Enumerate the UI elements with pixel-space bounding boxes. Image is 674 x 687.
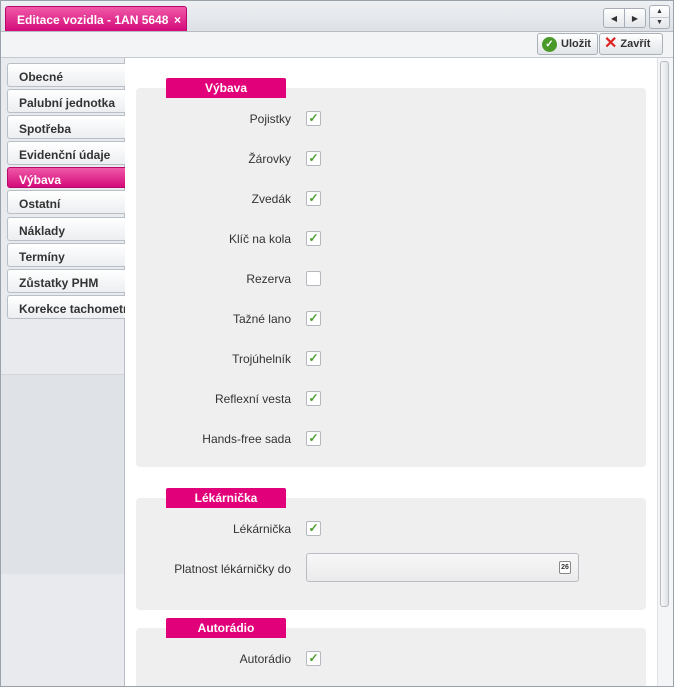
tab-bar: Editace vozidla - 1AN 5648 × ◀ ▶ ▲ ▼ bbox=[1, 1, 673, 32]
checkbox-lekarnicka[interactable]: ✓ bbox=[306, 521, 321, 536]
checkbox-trojuhelnik[interactable]: ✓ bbox=[306, 351, 321, 366]
checkbox-autoradio[interactable]: ✓ bbox=[306, 651, 321, 666]
field-label: Platnost lékárničky do bbox=[174, 562, 291, 576]
menu-item-vybava[interactable]: Výbava bbox=[7, 167, 125, 188]
scroll-down-button[interactable]: ▼ bbox=[650, 18, 669, 29]
menu-item-ostatni[interactable]: Ostatní bbox=[7, 190, 125, 214]
red-x-icon: ✕ bbox=[604, 35, 618, 52]
tab-edit-vehicle[interactable]: Editace vozidla - 1AN 5648 × bbox=[5, 6, 187, 31]
field-label: Hands-free sada bbox=[202, 432, 291, 446]
field-label: Klíč na kola bbox=[228, 232, 291, 246]
menu-item-korekce-tachometru[interactable]: Korekce tachometru bbox=[7, 295, 125, 319]
menu-item-evidencni-udaje[interactable]: Evidenční údaje bbox=[7, 141, 125, 165]
checkbox-rezerva[interactable] bbox=[306, 271, 321, 286]
checkbox-hands-free-sada[interactable]: ✓ bbox=[306, 431, 321, 446]
menu-item-spotreba[interactable]: Spotřeba bbox=[7, 115, 125, 139]
scrollbar-thumb[interactable] bbox=[660, 61, 669, 607]
menu-filler bbox=[1, 374, 124, 574]
calendar-icon[interactable]: 26 bbox=[559, 561, 571, 574]
save-button[interactable]: ✓ Uložit bbox=[537, 33, 598, 55]
checkbox-reflexni-vesta[interactable]: ✓ bbox=[306, 391, 321, 406]
field-label: Žárovky bbox=[248, 152, 291, 166]
menu-item-naklady[interactable]: Náklady bbox=[7, 217, 125, 241]
menu-item-obecne[interactable]: Obecné bbox=[7, 63, 125, 87]
close-button[interactable]: ✕ Zavřít bbox=[599, 33, 663, 55]
checkbox-klic-na-kola[interactable]: ✓ bbox=[306, 231, 321, 246]
tab-next-button[interactable]: ▶ bbox=[625, 9, 645, 27]
tab-prev-button[interactable]: ◀ bbox=[604, 9, 625, 27]
field-label: Reflexní vesta bbox=[214, 392, 291, 406]
checkbox-pojistky[interactable]: ✓ bbox=[306, 111, 321, 126]
platnost-lekarnicky-date-input[interactable]: 26 bbox=[306, 553, 579, 582]
tab-nav-buttons: ◀ ▶ bbox=[603, 8, 646, 28]
side-menu: Obecné Palubní jednotka Spotřeba Evidenč… bbox=[1, 58, 125, 686]
menu-item-zustatky-phm[interactable]: Zůstatky PHM bbox=[7, 269, 125, 293]
menu-item-terminy[interactable]: Termíny bbox=[7, 243, 125, 267]
checkbox-tazne-lano[interactable]: ✓ bbox=[306, 311, 321, 326]
field-label: Lékárnička bbox=[232, 522, 291, 536]
field-label: Pojistky bbox=[249, 112, 291, 126]
field-label: Rezerva bbox=[246, 272, 291, 286]
checkbox-zarovky[interactable]: ✓ bbox=[306, 151, 321, 166]
field-label: Tažné lano bbox=[232, 312, 291, 326]
checkbox-zvedak[interactable]: ✓ bbox=[306, 191, 321, 206]
tab-title: Editace vozidla - 1AN 5648 bbox=[17, 13, 169, 27]
field-label: Autorádio bbox=[239, 652, 291, 666]
close-label: Zavřít bbox=[620, 38, 651, 50]
menu-item-palubni-jednotka[interactable]: Palubní jednotka bbox=[7, 89, 125, 113]
content-panel: Výbava Pojistky ✓ Žárovky ✓ Zvedák ✓ Klí… bbox=[125, 58, 657, 686]
tab-scroll-buttons: ▲ ▼ bbox=[649, 5, 670, 29]
field-label: Trojúhelník bbox=[232, 352, 291, 366]
edit-vehicle-window: Editace vozidla - 1AN 5648 × ◀ ▶ ▲ ▼ ✓ U… bbox=[0, 0, 674, 687]
field-label: Zvedák bbox=[251, 192, 291, 206]
tab-close-icon[interactable]: × bbox=[174, 13, 181, 27]
section-title-lekarnicka: Lékárnička bbox=[166, 488, 286, 508]
check-circle-icon: ✓ bbox=[542, 36, 557, 52]
scroll-up-button[interactable]: ▲ bbox=[650, 6, 669, 18]
content-scrollbar[interactable] bbox=[657, 58, 673, 686]
toolbar: ✓ Uložit ✕ Zavřít bbox=[1, 32, 673, 58]
section-title-vybava: Výbava bbox=[166, 78, 286, 98]
save-label: Uložit bbox=[561, 38, 591, 50]
section-title-autoradio: Autorádio bbox=[166, 618, 286, 638]
